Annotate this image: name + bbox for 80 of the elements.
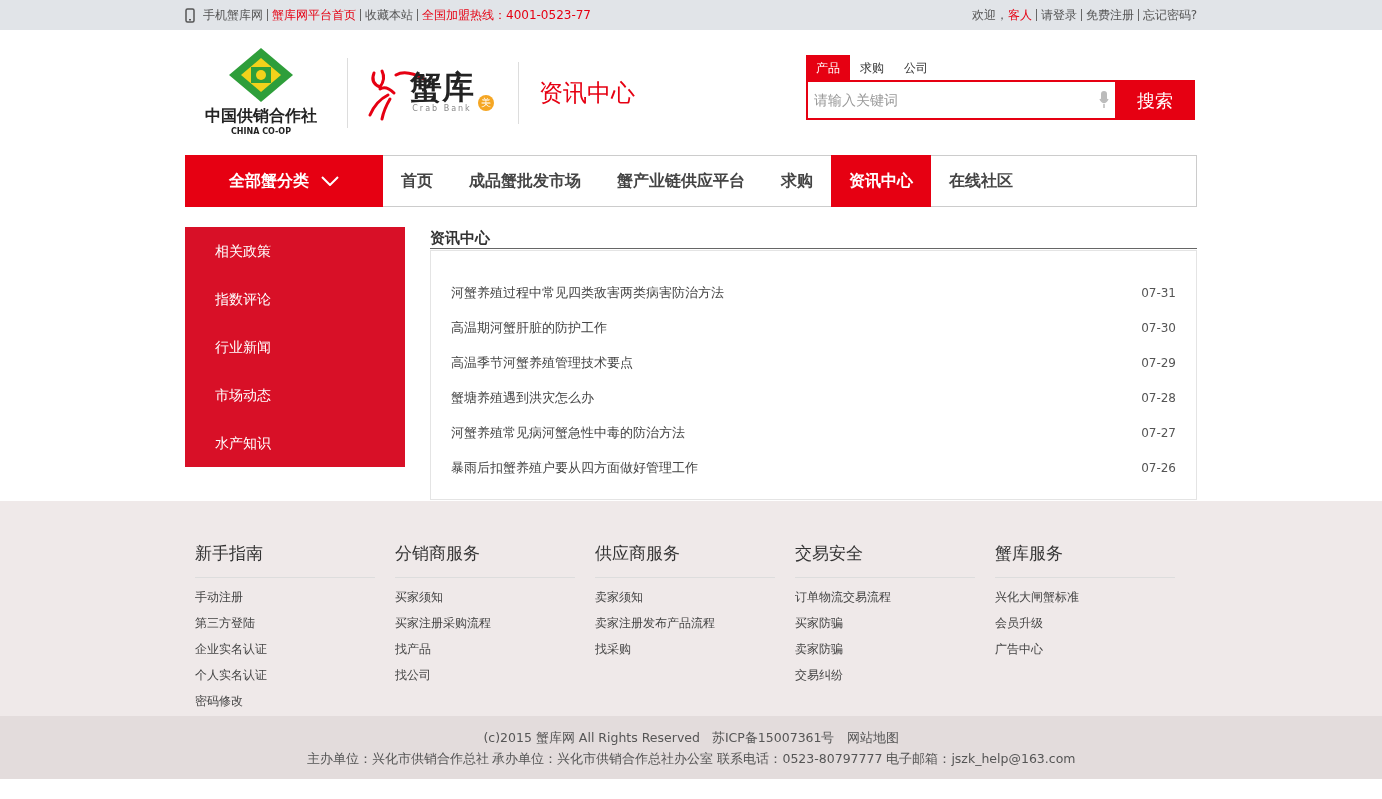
footer-link[interactable]: 密码修改: [195, 691, 243, 710]
coop-logo-name: 中国供销合作社: [205, 105, 317, 126]
news-date: 07-27: [1141, 424, 1176, 442]
news-date: 07-30: [1141, 319, 1176, 337]
copyright-text: 苏ICP备15007361号: [711, 732, 835, 745]
footer-link[interactable]: 卖家须知: [595, 587, 643, 606]
footer-link[interactable]: 卖家注册发布产品流程: [595, 613, 715, 632]
search-tab[interactable]: 公司: [894, 55, 938, 80]
section-title: 资讯中心: [539, 77, 635, 109]
category-menu-button[interactable]: 全部蟹分类: [185, 155, 383, 207]
crab-logo-name: 蟹库: [410, 70, 474, 103]
top-link[interactable]: 全国加盟热线：4001-0523-77: [422, 6, 591, 24]
sidebar-item[interactable]: 行业新闻: [185, 323, 405, 371]
copyright-text: (c)2015 蟹库网 All Rights Reserved: [483, 732, 700, 745]
top-link[interactable]: 收藏本站: [365, 6, 413, 24]
nav-tab[interactable]: 在线社区: [931, 156, 1031, 206]
search-tab[interactable]: 求购: [850, 55, 894, 80]
nav-tab[interactable]: 求购: [763, 156, 831, 206]
news-title-link[interactable]: 高温季节河蟹养殖管理技术要点: [451, 352, 633, 373]
crab-logo[interactable]: 蟹库 Crab Bank 美: [366, 64, 516, 121]
top-link[interactable]: 蟹库网平台首页: [272, 6, 356, 24]
footer-link[interactable]: 订单物流交易流程: [795, 587, 891, 606]
footer-link[interactable]: 会员升级: [995, 613, 1043, 632]
search-input[interactable]: 请输入关键词: [808, 82, 1099, 118]
copyright-text[interactable]: 网站地图: [846, 732, 899, 745]
search-field[interactable]: 请输入关键词: [806, 80, 1115, 120]
news-date: 07-28: [1141, 389, 1176, 407]
footer-link[interactable]: 个人实名认证: [195, 665, 267, 684]
footer-column-title: 新手指南: [195, 543, 263, 563]
news-date: 07-31: [1141, 284, 1176, 302]
footer-column-title: 蟹库服务: [995, 543, 1063, 563]
footer-link[interactable]: 交易纠纷: [795, 665, 843, 684]
microphone-icon: [1099, 91, 1109, 109]
footer-link[interactable]: 买家须知: [395, 587, 443, 606]
coop-logo-subtitle: CHINA CO-OP: [231, 125, 291, 138]
footer-link[interactable]: 买家注册采购流程: [395, 613, 491, 632]
sidebar-item[interactable]: 指数评论: [185, 275, 405, 323]
nav-tab[interactable]: 首页: [383, 156, 451, 206]
coop-emblem-icon: [229, 47, 293, 102]
phone-icon: [185, 7, 195, 23]
account-link[interactable]: 忘记密码?: [1142, 6, 1197, 24]
sidebar-item[interactable]: 市场动态: [185, 371, 405, 419]
news-date: 07-26: [1141, 459, 1176, 477]
footer-link[interactable]: 找公司: [395, 665, 431, 684]
footer-link[interactable]: 卖家防骗: [795, 639, 843, 658]
nav-tab[interactable]: 成品蟹批发市场: [451, 156, 599, 206]
footer-link[interactable]: 手动注册: [195, 587, 243, 606]
user-link[interactable]: 客人: [1007, 6, 1032, 24]
footer-link[interactable]: 买家防骗: [795, 613, 843, 632]
news-heading: 资讯中心: [430, 231, 490, 248]
news-title-link[interactable]: 河蟹养殖常见病河蟹急性中毒的防治方法: [451, 422, 685, 443]
footer-link[interactable]: 找采购: [595, 639, 631, 658]
footer-link[interactable]: 广告中心: [995, 639, 1043, 658]
crab-logo-badge: 美: [478, 94, 494, 111]
crab-logo-subtitle: Crab Bank: [412, 103, 472, 115]
nav-tab[interactable]: 资讯中心: [831, 155, 931, 207]
news-date: 07-29: [1141, 354, 1176, 372]
footer-link[interactable]: 企业实名认证: [195, 639, 267, 658]
sidebar-item[interactable]: 水产知识: [185, 419, 405, 467]
coop-logo[interactable]: 中国供销合作社 CHINA CO-OP: [191, 47, 331, 138]
greeting-text: 欢迎，: [971, 7, 1008, 24]
account-link[interactable]: 请登录: [1040, 6, 1077, 24]
footer-link[interactable]: 找产品: [395, 639, 431, 658]
footer-column-title: 供应商服务: [595, 543, 680, 563]
news-title-link[interactable]: 河蟹养殖过程中常见四类敌害两类病害防治方法: [451, 282, 724, 303]
sidebar-item[interactable]: 相关政策: [185, 227, 405, 275]
chevron-down-icon: [321, 176, 339, 186]
footer-link[interactable]: 兴化大闸蟹标准: [995, 587, 1079, 606]
search-button[interactable]: 搜索: [1115, 80, 1195, 120]
news-title-link[interactable]: 蟹塘养殖遇到洪灾怎么办: [451, 387, 594, 408]
footer-link[interactable]: 第三方登陆: [195, 613, 255, 632]
account-link[interactable]: 免费注册: [1085, 6, 1134, 24]
contact-info: 主办单位：兴化市供销合作总社 承办单位：兴化市供销合作总社办公室 联系电话：0523-80797777 电子邮箱：jszk_help@163.com: [306, 752, 1076, 765]
footer-column-title: 分销商服务: [395, 543, 480, 563]
nav-tab[interactable]: 蟹产业链供应平台: [599, 156, 763, 206]
top-link[interactable]: 手机蟹库网: [203, 6, 263, 24]
footer-column-title: 交易安全: [795, 543, 863, 563]
search-tab[interactable]: 产品: [806, 55, 850, 80]
news-title-link[interactable]: 暴雨后扣蟹养殖户要从四方面做好管理工作: [451, 457, 698, 478]
news-title-link[interactable]: 高温期河蟹肝脏的防护工作: [451, 317, 607, 338]
